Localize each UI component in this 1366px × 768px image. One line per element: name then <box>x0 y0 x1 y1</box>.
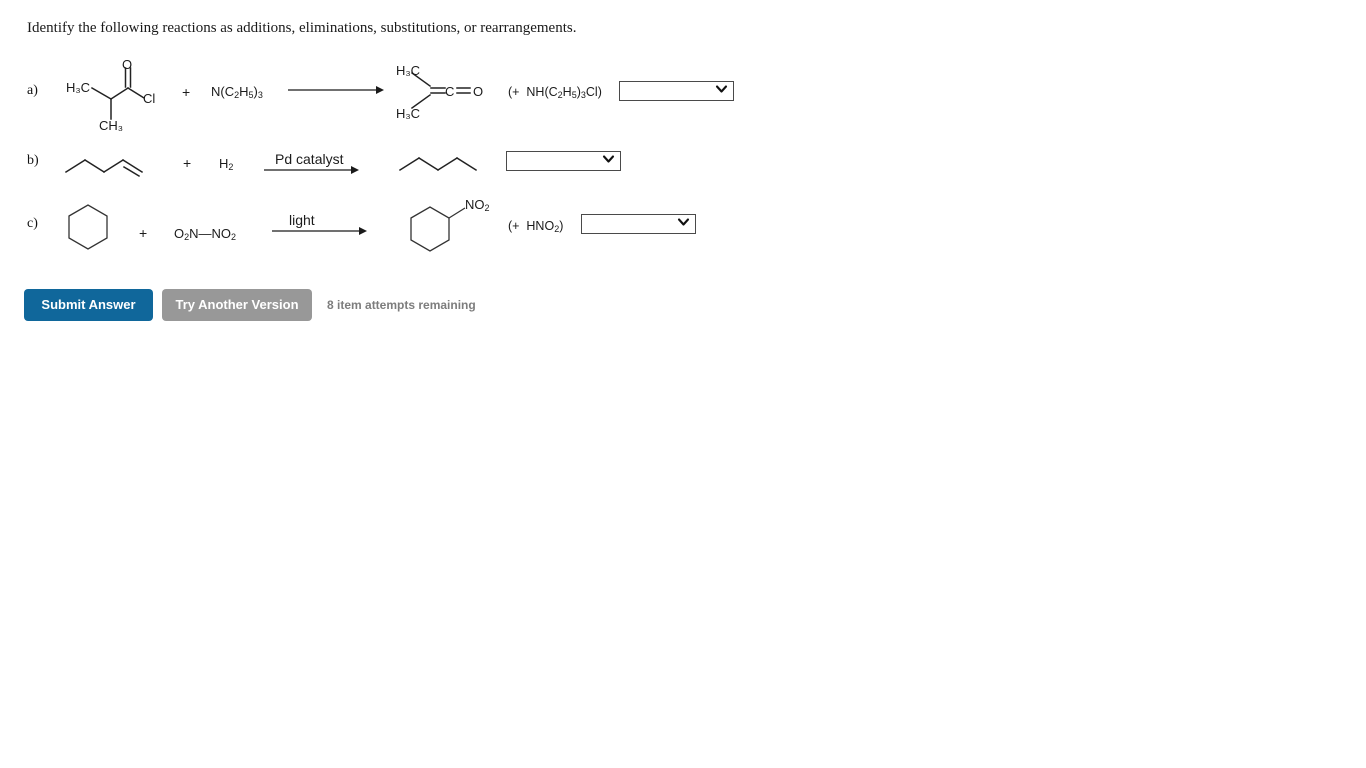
reaction-label-a: a) <box>27 83 38 98</box>
product-c-substituent: NO2 <box>465 197 490 213</box>
page-title: Identify the following reactions as addi… <box>27 20 577 36</box>
product-a-methyl-bottom: H₃C <box>396 106 421 121</box>
answer-select-c[interactable]: additioneliminationsubstitutionrearrange… <box>581 214 696 234</box>
try-another-version-button[interactable]: Try Another Version <box>162 289 312 321</box>
product-a-carbon: C <box>445 84 455 99</box>
reactant-a-methyl-top: H₃C <box>66 80 91 95</box>
reaction-arrow-a <box>288 84 386 96</box>
product-a-oxygen: O <box>473 84 484 99</box>
answer-select-wrapper-b: additioneliminationsubstitutionrearrange… <box>506 151 621 171</box>
product-a-methyl-top: H₃C <box>396 63 421 78</box>
submit-answer-button[interactable]: Submit Answer <box>24 289 153 321</box>
plus-sign-b: + <box>183 155 192 171</box>
attempts-remaining-text: 8 item attempts remaining <box>327 298 476 312</box>
reactant-a-oxygen: O <box>122 57 133 72</box>
product-structure-b <box>396 152 491 176</box>
reaction-label-b: b) <box>27 153 39 168</box>
coreactant-c: O2N—NO2 <box>174 226 237 242</box>
plus-sign-c: + <box>139 225 148 241</box>
coreactant-a: N(C2H5)3 <box>211 84 263 100</box>
answer-select-wrapper-c: additioneliminationsubstitutionrearrange… <box>581 214 696 234</box>
answer-select-b[interactable]: additioneliminationsubstitutionrearrange… <box>506 151 621 171</box>
reactant-a-chlorine: Cl <box>143 91 156 106</box>
answer-select-wrapper-a: additioneliminationsubstitutionrearrange… <box>619 81 734 101</box>
reactant-structure-c <box>62 202 122 260</box>
plus-sign-a: + <box>182 84 191 100</box>
reactant-structure-b <box>62 150 167 178</box>
coreactant-b: H2 <box>219 156 234 172</box>
reaction-arrow-c <box>272 226 370 238</box>
answer-select-a[interactable]: additioneliminationsubstitutionrearrange… <box>619 81 734 101</box>
byproduct-c: (+ HNO2) <box>508 219 564 234</box>
byproduct-a: (+ NH(C2H5)3Cl) <box>508 85 602 100</box>
reaction-label-c: c) <box>27 216 38 231</box>
reactant-a-methyl-bottom: CH₃ <box>99 118 124 133</box>
reaction-arrow-b <box>264 165 362 177</box>
